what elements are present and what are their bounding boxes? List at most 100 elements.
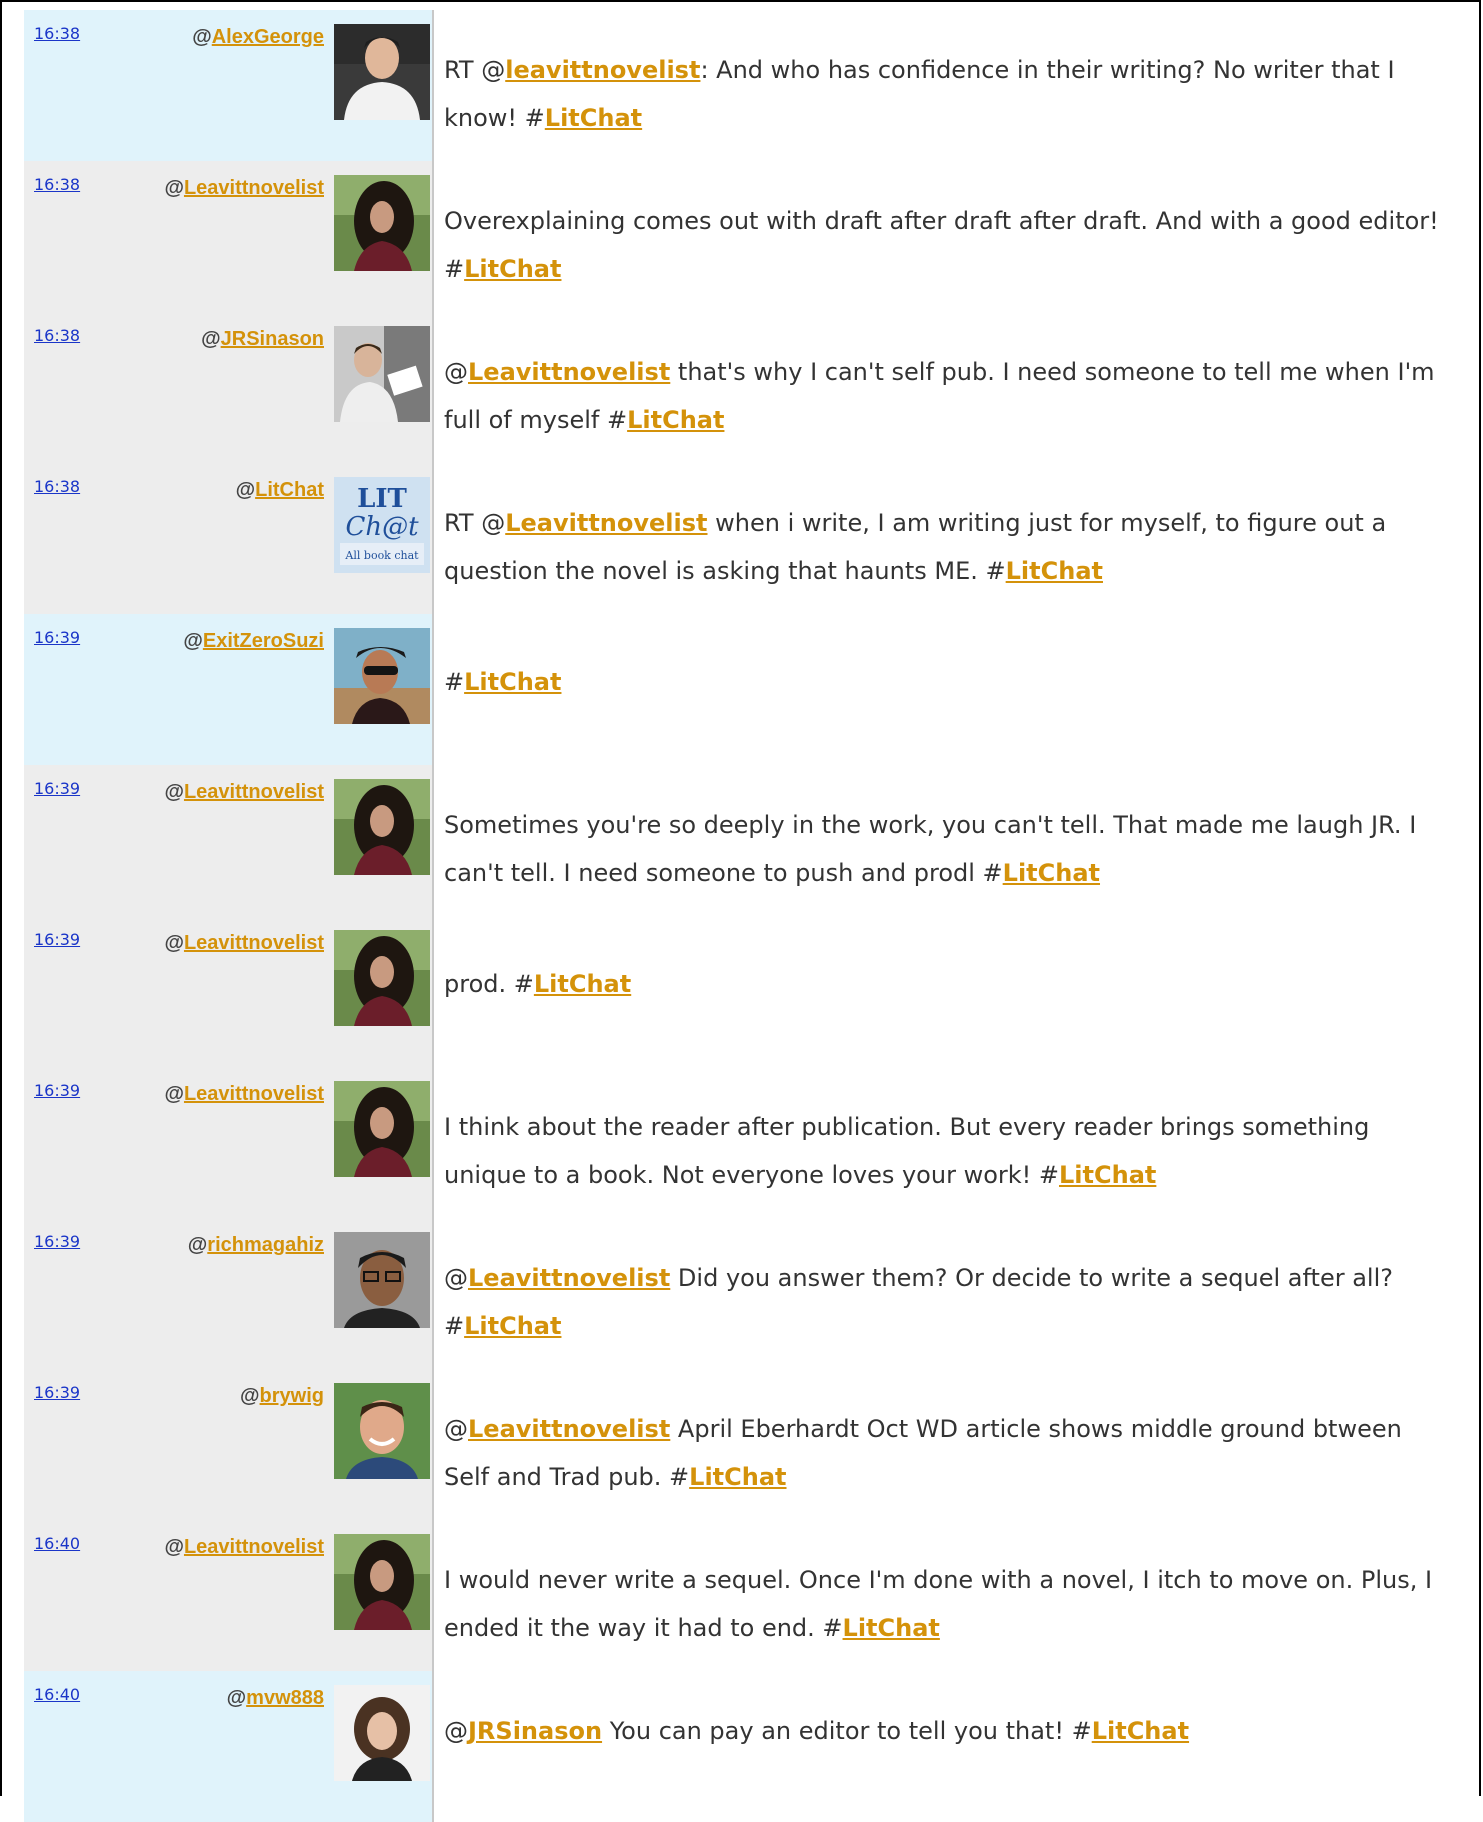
hashtag-link[interactable]: LitChat	[464, 1312, 561, 1340]
woman-bob-hair-avatar[interactable]	[334, 1685, 430, 1781]
tweet-time-link[interactable]: 16:39	[34, 779, 80, 798]
tweet-text-segment: @	[444, 1264, 468, 1292]
tweet-meta: 16:38 @Leavittnovelist	[24, 161, 432, 312]
tweet-author: @AlexGeorge	[192, 26, 324, 49]
curly-hair-woman-avatar[interactable]	[334, 930, 430, 1026]
curly-hair-woman-avatar[interactable]	[334, 779, 430, 875]
mention-link[interactable]: Leavittnovelist	[468, 1415, 670, 1443]
tweet-text-segment: You can pay an editor to tell you that! …	[602, 1717, 1092, 1745]
tweet-time-link[interactable]: 16:38	[34, 24, 80, 43]
tweet-text: Sometimes you're so deeply in the work, …	[434, 765, 1464, 916]
mention-link[interactable]: Leavittnovelist	[468, 358, 670, 386]
tweet-meta: 16:38 @JRSinason	[24, 312, 432, 463]
at-symbol: @	[192, 26, 212, 48]
tweet-time-link[interactable]: 16:38	[34, 477, 80, 496]
tweet-time-link[interactable]: 16:40	[34, 1685, 80, 1704]
hashtag-link[interactable]: LitChat	[534, 970, 631, 998]
at-symbol: @	[164, 1083, 184, 1105]
tweet-text-segment: @	[444, 358, 468, 386]
tweet-text: prod. #LitChat	[434, 916, 1464, 1067]
hashtag-link[interactable]: LitChat	[689, 1463, 786, 1491]
tweet-row: 16:39 @richmagahiz @Leavittnovelist Did yo…	[24, 1218, 1464, 1369]
tweet-row: 16:38 @JRSinason @Leavittnovelist that's w…	[24, 312, 1464, 463]
tweet-text: @Leavittnovelist Did you answer them? Or…	[434, 1218, 1464, 1369]
tweet-text-segment: RT @	[444, 56, 506, 84]
hashtag-link[interactable]: LitChat	[1092, 1717, 1189, 1745]
tweet-author: @Leavittnovelist	[164, 177, 324, 200]
tweet-author: @richmagahiz	[188, 1234, 324, 1257]
man-glasses-avatar[interactable]	[334, 1232, 430, 1328]
tweet-meta: 16:39 @ExitZeroSuzi	[24, 614, 432, 765]
at-symbol: @	[183, 630, 203, 652]
smiling-man-avatar[interactable]	[334, 1383, 430, 1479]
tweet-meta: 16:39 @Leavittnovelist	[24, 1067, 432, 1218]
hashtag-link[interactable]: LitChat	[627, 406, 724, 434]
tweet-text-segment: RT @	[444, 509, 506, 537]
tweet-time-link[interactable]: 16:39	[34, 930, 80, 949]
tweet-text-segment: @	[444, 1717, 468, 1745]
tweet-time-link[interactable]: 16:38	[34, 175, 80, 194]
at-symbol: @	[201, 328, 221, 350]
tweet-time-link[interactable]: 16:39	[34, 628, 80, 647]
hashtag-link[interactable]: LitChat	[1059, 1161, 1156, 1189]
tweet-meta: 16:38 @LitChat LIT Ch@t All book chat	[24, 463, 432, 614]
mention-link[interactable]: Leavittnovelist	[468, 1264, 670, 1292]
tweet-text: I would never write a sequel. Once I'm d…	[434, 1520, 1464, 1671]
author-handle-link[interactable]: Leavittnovelist	[184, 781, 324, 803]
tweet-time-link[interactable]: 16:38	[34, 326, 80, 345]
hashtag-link[interactable]: LitChat	[464, 668, 561, 696]
hashtag-link[interactable]: LitChat	[1003, 859, 1100, 887]
tweet-row: 16:39 @brywig @Leavittnovelist April Eberh…	[24, 1369, 1464, 1520]
tweet-time-link[interactable]: 16:39	[34, 1081, 80, 1100]
tweet-row: 16:38 @Leavittnovelist Overexplaining come…	[24, 161, 1464, 312]
curly-hair-woman-avatar[interactable]	[334, 175, 430, 271]
tweet-author: @Leavittnovelist	[164, 1536, 324, 1559]
tweet-meta: 16:40 @Leavittnovelist	[24, 1520, 432, 1671]
curly-hair-woman-avatar[interactable]	[334, 1534, 430, 1630]
tweet-meta: 16:39 @Leavittnovelist	[24, 916, 432, 1067]
tweet-text-segment: #	[444, 668, 465, 696]
logo-tagline-text: All book chat	[344, 549, 419, 562]
author-handle-link[interactable]: Leavittnovelist	[184, 177, 324, 199]
hashtag-link[interactable]: LitChat	[464, 255, 561, 283]
hashtag-link[interactable]: LitChat	[1006, 557, 1103, 585]
at-symbol: @	[240, 1385, 260, 1407]
author-handle-link[interactable]: richmagahiz	[207, 1234, 324, 1256]
tweet-row: 16:39 @ExitZeroSuzi #LitChat	[24, 614, 1464, 765]
tweet-row: 16:40 @Leavittnovelist I would never write…	[24, 1520, 1464, 1671]
mention-link[interactable]: Leavittnovelist	[505, 509, 707, 537]
mention-link[interactable]: leavittnovelist	[505, 56, 700, 84]
tweet-time-link[interactable]: 16:40	[34, 1534, 80, 1553]
logo-lit-text: LIT	[357, 484, 407, 514]
author-handle-link[interactable]: Leavittnovelist	[184, 1536, 324, 1558]
litchat-logo-avatar[interactable]: LIT Ch@t All book chat	[334, 477, 430, 573]
tweet-time-link[interactable]: 16:39	[34, 1232, 80, 1251]
author-handle-link[interactable]: mvw888	[246, 1687, 324, 1709]
author-handle-link[interactable]: LitChat	[255, 479, 324, 501]
hashtag-link[interactable]: LitChat	[545, 104, 642, 132]
tweet-text: @JRSinason You can pay an editor to tell…	[434, 1671, 1464, 1822]
at-symbol: @	[235, 479, 256, 501]
tweet-text-segment: prod. #	[444, 970, 534, 998]
tweet-time-link[interactable]: 16:39	[34, 1383, 80, 1402]
tweet-row: 16:38 @AlexGeorge RT @leavittnovelist: And…	[24, 10, 1464, 161]
curly-hair-woman-avatar[interactable]	[334, 1081, 430, 1177]
tweet-meta: 16:39 @brywig	[24, 1369, 432, 1520]
woman-sunglasses-avatar[interactable]	[334, 628, 430, 724]
author-handle-link[interactable]: Leavittnovelist	[184, 1083, 324, 1105]
author-handle-link[interactable]: brywig	[260, 1385, 324, 1407]
author-handle-link[interactable]: JRSinason	[221, 328, 324, 350]
author-handle-link[interactable]: Leavittnovelist	[184, 932, 324, 954]
man-white-shirt-avatar[interactable]	[334, 24, 430, 120]
author-handle-link[interactable]: ExitZeroSuzi	[203, 630, 324, 652]
author-handle-link[interactable]: AlexGeorge	[212, 26, 324, 48]
tweet-author: @JRSinason	[201, 328, 324, 351]
tweet-text-segment: @	[444, 1415, 468, 1443]
tweet-row: 16:38 @LitChat LIT Ch@t All book chat RT @Lea…	[24, 463, 1464, 614]
tweet-text: I think about the reader after publicati…	[434, 1067, 1464, 1218]
mention-link[interactable]: JRSinason	[468, 1717, 602, 1745]
man-reading-avatar[interactable]	[334, 326, 430, 422]
logo-chat-text: Ch@t	[345, 512, 419, 542]
at-symbol: @	[164, 781, 184, 803]
hashtag-link[interactable]: LitChat	[843, 1614, 940, 1642]
